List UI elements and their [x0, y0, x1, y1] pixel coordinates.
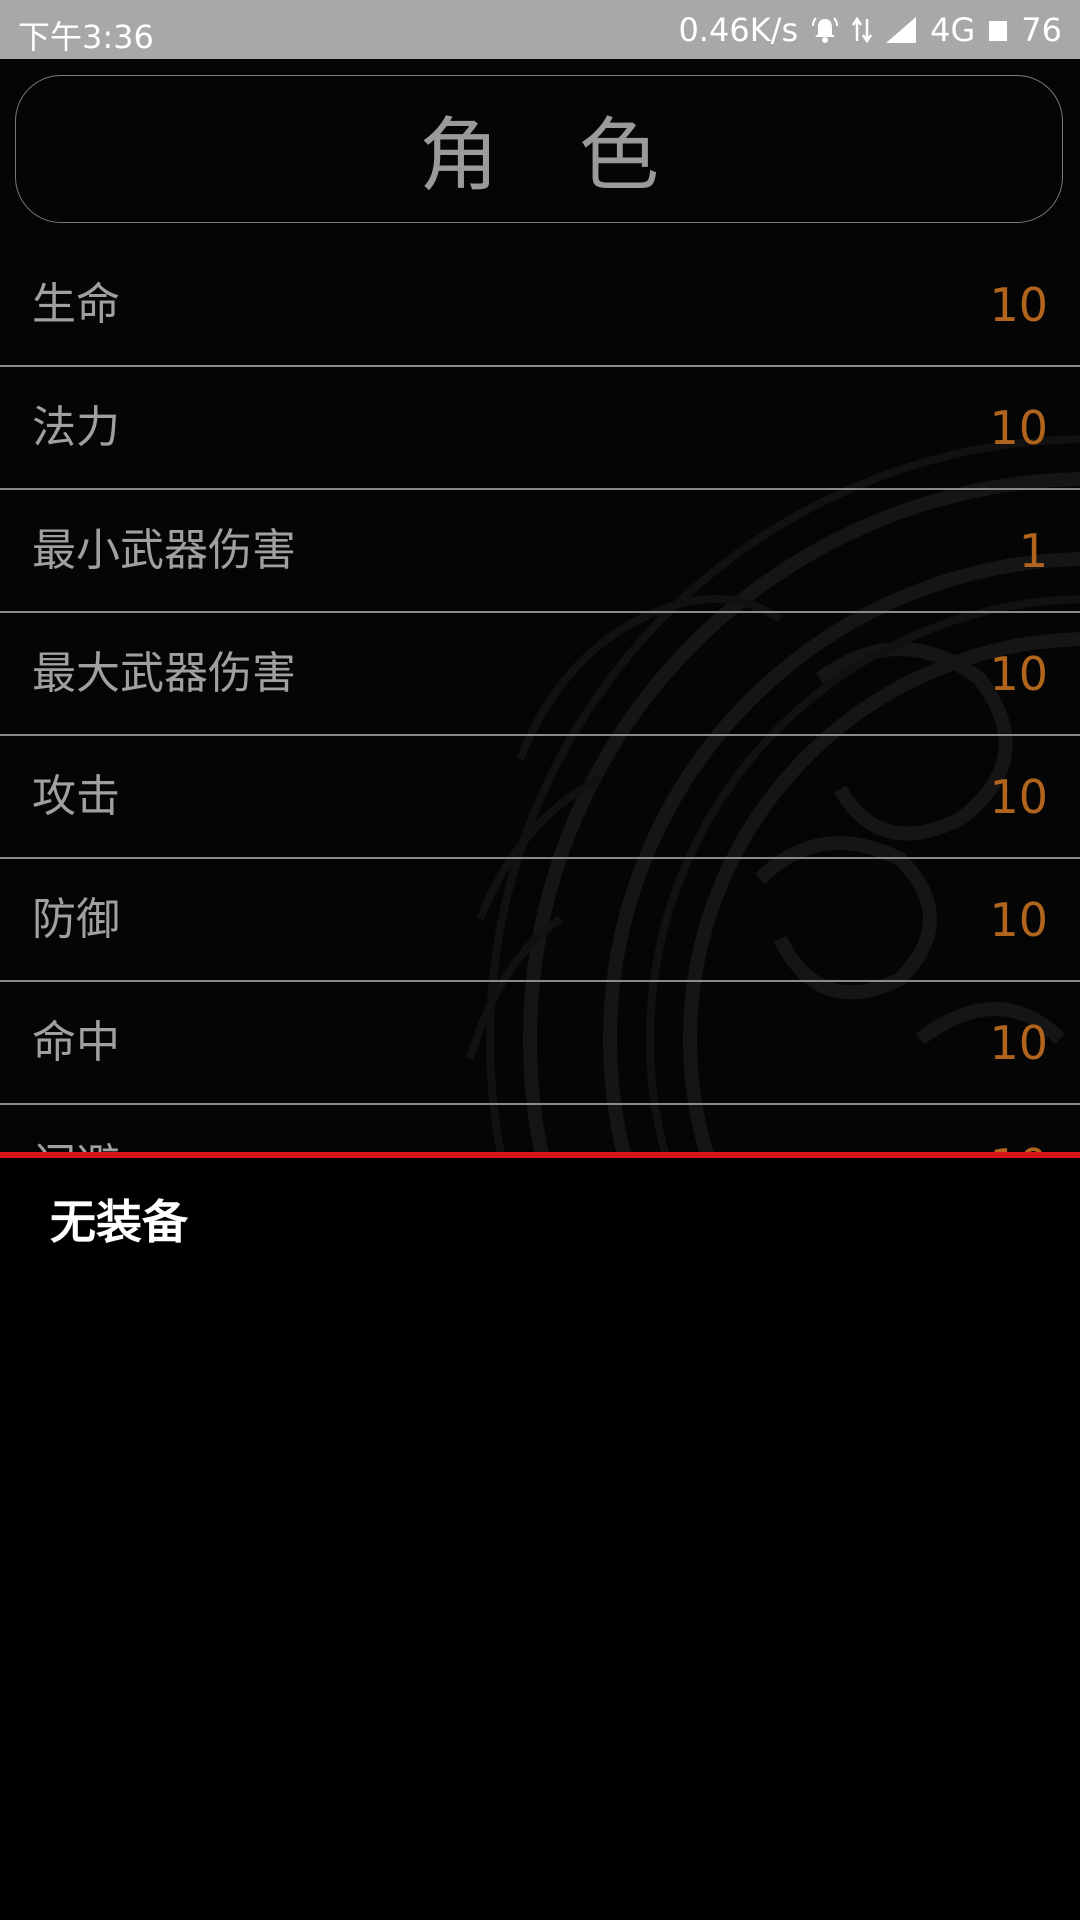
stat-row-mp: 法力 10 — [0, 367, 1080, 490]
stat-label: 命中 — [32, 1017, 120, 1068]
stat-value: 10 — [989, 893, 1048, 947]
stat-value: 1 — [1018, 524, 1048, 578]
stats-list[interactable]: 生命 10 法力 10 最小武器伤害 1 最大武器伤害 10 攻击 10 防御 … — [0, 244, 1080, 1156]
network-type: 4G — [930, 10, 976, 49]
battery-level: 76 — [1021, 10, 1062, 49]
equipment-panel: 无装备 — [0, 1158, 1080, 1920]
stat-row-hp: 生命 10 — [0, 244, 1080, 367]
battery-icon — [987, 15, 1009, 45]
stat-value: 10 — [989, 647, 1048, 701]
stat-label: 攻击 — [32, 771, 120, 822]
no-equipment-text: 无装备 — [50, 1195, 188, 1249]
stat-value: 10 — [989, 1016, 1048, 1070]
status-bar: 下午3:36 0.46K/s 4G 76 — [0, 0, 1080, 59]
stat-row-max-weapon-damage: 最大武器伤害 10 — [0, 613, 1080, 736]
stat-row-dodge: 闪避 10 — [0, 1105, 1080, 1157]
stat-value: 10 — [989, 770, 1048, 824]
stat-value: 10 — [989, 278, 1048, 332]
stat-label: 生命 — [32, 279, 120, 330]
stat-value: 10 — [989, 401, 1048, 455]
stat-row-defense: 防御 10 — [0, 859, 1080, 982]
bell-icon — [810, 15, 840, 45]
character-panel: 角色 生命 10 法力 10 最小武器伤害 1 最大武器伤害 10 攻击 10 … — [0, 59, 1080, 1156]
page-title: 角色 — [419, 109, 739, 202]
stat-label: 法力 — [32, 402, 120, 453]
stat-row-attack: 攻击 10 — [0, 736, 1080, 859]
signal-icon — [884, 15, 918, 45]
stat-label: 最小武器伤害 — [32, 525, 296, 576]
stat-row-min-weapon-damage: 最小武器伤害 1 — [0, 490, 1080, 613]
network-speed: 0.46K/s — [678, 10, 799, 49]
title-box: 角色 — [15, 75, 1063, 223]
stat-label: 防御 — [32, 894, 120, 945]
stat-label: 最大武器伤害 — [32, 648, 296, 699]
status-indicators: 0.46K/s 4G 76 — [678, 0, 1062, 59]
status-time: 下午3:36 — [18, 18, 154, 56]
data-arrows-icon — [852, 15, 873, 45]
stat-row-hit: 命中 10 — [0, 982, 1080, 1105]
